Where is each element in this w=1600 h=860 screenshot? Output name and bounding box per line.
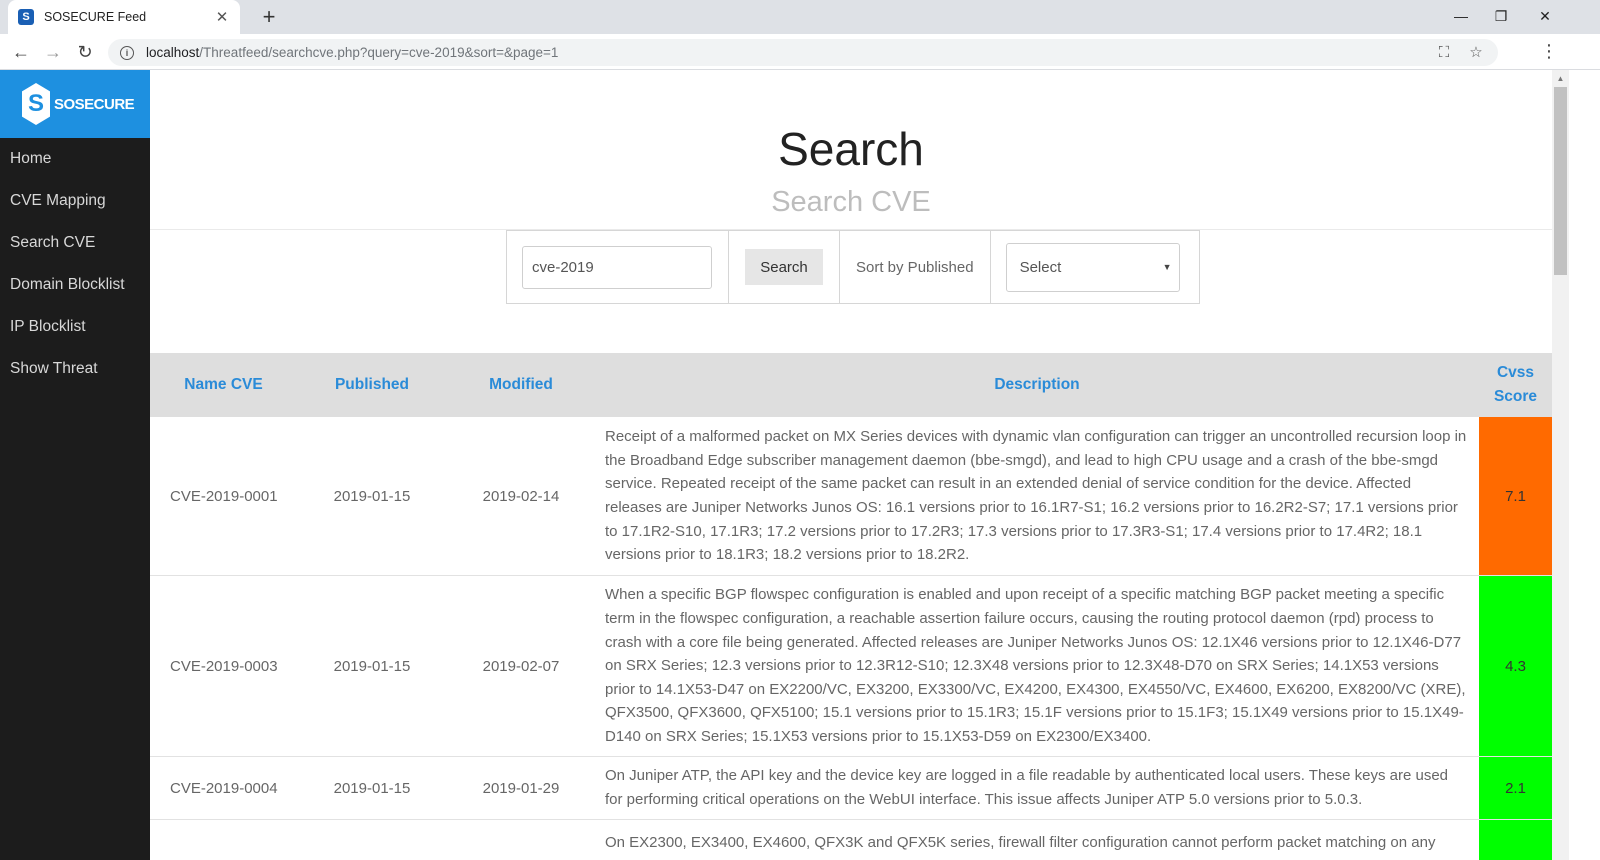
column-header-cvss-score[interactable]: Cvss Score (1479, 361, 1552, 409)
brand-name: SOSECURE (54, 95, 135, 113)
browser-toolbar: ← → ↻ i localhost/Threatfeed/searchcve.p… (0, 34, 1600, 70)
browser-tab[interactable]: S SOSECURE Feed ✕ (8, 0, 240, 34)
modified-date: 2019-02-07 (482, 657, 560, 675)
sidebar: S SOSECURE Home CVE Mapping Search CVE D… (0, 70, 150, 860)
sidebar-item-ip-blocklist[interactable]: IP Blocklist (0, 306, 150, 348)
page-title: Search (778, 123, 924, 175)
main-content: Search Search CVE Search Sort by Publish… (150, 70, 1552, 860)
cve-name[interactable]: CVE-2019-0004 (150, 757, 297, 819)
forward-arrow-icon[interactable]: → (40, 39, 66, 65)
sort-select[interactable]: Select ▼ (1005, 242, 1180, 292)
brand-logo[interactable]: S SOSECURE (0, 70, 150, 138)
chevron-down-icon: ▼ (1162, 261, 1172, 272)
tab-title: SOSECURE Feed (44, 10, 147, 24)
browser-tab-strip: S SOSECURE Feed ✕ + — ❐ ✕ (0, 0, 1600, 34)
sort-select-cell: Select ▼ (991, 231, 1199, 303)
url-host: localhost (146, 45, 200, 60)
column-header-name[interactable]: Name CVE (150, 376, 297, 394)
restore-window-icon[interactable]: ❐ (1478, 0, 1524, 32)
cve-table: Name CVE Published Modified Description … (150, 353, 1552, 860)
sidebar-item-home[interactable]: Home (0, 138, 150, 180)
site-info-icon[interactable]: i (120, 45, 134, 60)
query-cell (507, 231, 729, 303)
column-header-published[interactable]: Published (297, 376, 447, 394)
table-row[interactable]: CVE-2019-0004 2019-01-15 2019-01-29 On J… (150, 757, 1552, 820)
sort-select-value: Select (1019, 258, 1062, 276)
new-tab-plus-icon[interactable]: + (256, 4, 282, 30)
modified-date: 2019-02-14 (482, 487, 560, 505)
back-arrow-icon[interactable]: ← (8, 39, 34, 65)
address-bar[interactable]: i localhost/Threatfeed/searchcve.php?que… (108, 39, 1498, 66)
cve-name[interactable]: CVE-2019-0003 (150, 576, 297, 756)
page-scrollbar[interactable]: ▲ (1552, 70, 1569, 860)
table-row[interactable]: CVE-2019-0001 2019-01-15 2019-02-14 Rece… (150, 417, 1552, 576)
sidebar-item-show-threat[interactable]: Show Threat (0, 348, 150, 390)
cve-description: On EX2300, EX3400, EX4600, QFX3K and QFX… (605, 834, 1436, 851)
cve-description: When a specific BGP flowspec configurati… (605, 586, 1466, 745)
sidebar-item-cve-mapping[interactable]: CVE Mapping (0, 180, 150, 222)
url-path: /Threatfeed/searchcve.php?query=cve-2019… (199, 45, 559, 60)
browser-menu-icon[interactable]: ⋮ (1540, 40, 1558, 62)
column-header-description[interactable]: Description (595, 376, 1479, 394)
sidebar-item-domain-blocklist[interactable]: Domain Blocklist (0, 264, 150, 306)
published-date: 2019-01-15 (333, 779, 411, 797)
table-row[interactable]: CVE-2019-0003 2019-01-15 2019-02-07 When… (150, 576, 1552, 757)
cve-description: Receipt of a malformed packet on MX Seri… (605, 428, 1467, 564)
modified-date: 2019-01-29 (482, 779, 560, 797)
sort-label-cell: Sort by Published (840, 231, 991, 303)
cve-description: On Juniper ATP, the API key and the devi… (605, 767, 1449, 808)
translate-icon[interactable]: ⛶ (1434, 42, 1454, 62)
page-subtitle: Search CVE (771, 186, 931, 218)
search-button[interactable]: Search (745, 249, 823, 285)
site-favicon-icon: S (18, 9, 34, 25)
shield-logo-icon: S (22, 83, 50, 125)
close-window-icon[interactable]: ✕ (1522, 0, 1568, 32)
sort-label: Sort by Published (856, 258, 974, 276)
search-input[interactable] (522, 245, 712, 289)
close-tab-icon[interactable]: ✕ (214, 8, 230, 26)
reload-icon[interactable]: ↻ (72, 39, 98, 65)
scrollbar-thumb[interactable] (1554, 87, 1567, 275)
cve-name[interactable]: CVE-2019-0001 (150, 417, 297, 575)
published-date: 2019-01-15 (333, 657, 411, 675)
column-header-modified[interactable]: Modified (447, 376, 595, 394)
button-cell: Search (729, 231, 840, 303)
bookmark-star-icon[interactable]: ☆ (1466, 42, 1486, 62)
cvss-score-badge: 7.1 (1479, 417, 1552, 575)
search-form: Search Sort by Published Select ▼ (506, 230, 1200, 304)
sidebar-item-search-cve[interactable]: Search CVE (0, 222, 150, 264)
table-row[interactable]: On EX2300, EX3400, EX4600, QFX3K and QFX… (150, 820, 1552, 860)
cvss-score-badge: 4.3 (1479, 576, 1552, 756)
cvss-score-badge (1479, 820, 1552, 860)
published-date: 2019-01-15 (333, 487, 411, 505)
scroll-up-arrow-icon[interactable]: ▲ (1552, 70, 1569, 87)
table-header: Name CVE Published Modified Description … (150, 353, 1552, 417)
cvss-score-badge: 2.1 (1479, 757, 1552, 819)
